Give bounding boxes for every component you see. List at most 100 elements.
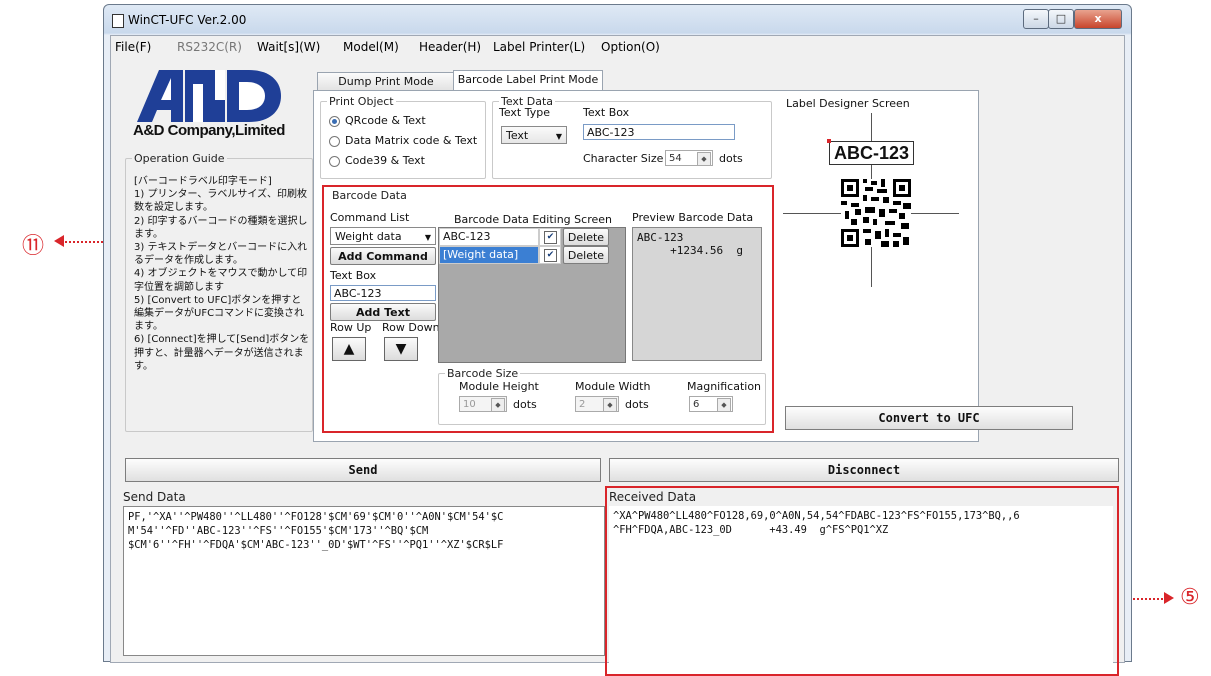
received-data-label: Received Data [609,490,697,504]
and-logo [137,70,281,122]
barcode-size-title: Barcode Size [445,367,521,380]
object-handle-icon [827,139,831,143]
callout-11-arrowhead [54,235,64,247]
minimize-button[interactable]: – [1023,9,1049,29]
received-data-highlight: Received Data ^XA^PW480^LL480^FO128,69,0… [605,486,1119,676]
preview-title: Preview Barcode Data [632,211,754,224]
operation-guide-title: Operation Guide [132,152,227,165]
tab-dump-print-mode[interactable]: Dump Print Mode [317,72,455,90]
callout-5: ⑤ [1180,585,1200,610]
character-size-spinner[interactable]: 54 ◆ [665,150,713,166]
radio-qrcode-label: QRcode & Text [345,114,426,127]
maximize-button[interactable]: □ [1048,9,1074,29]
disconnect-button[interactable]: Disconnect [609,458,1119,482]
menu-header[interactable]: Header(H) [419,40,481,54]
barcode-data-title: Barcode Data [330,189,409,202]
text-box-label-2: Text Box [330,269,377,282]
text-type-value: Text [506,129,529,142]
module-height-value: 10 [463,399,476,410]
radio-datamatrix-label: Data Matrix code & Text [345,134,478,147]
menu-label-printer[interactable]: Label Printer(L) [493,40,585,54]
print-object-title: Print Object [327,95,396,108]
command-list-select[interactable]: Weight data ▼ [330,227,436,245]
qr-code-object[interactable] [841,179,911,247]
title-bar[interactable]: WinCT-UFC Ver.2.00 – □ x [104,5,1131,35]
character-size-label: Character Size [583,152,664,165]
row-down-label: Row Down [382,321,440,334]
text-box-input[interactable]: ABC-123 [583,124,735,140]
menu-model[interactable]: Model(M) [343,40,399,54]
module-width-value: 2 [579,399,586,410]
spin-updown-icon[interactable]: ◆ [491,398,505,412]
text-type-select[interactable]: Text ▼ [501,126,567,144]
row-down-button[interactable]: ▼ [384,337,418,361]
add-command-button[interactable]: Add Command [330,247,436,265]
module-width-label: Module Width [575,380,651,393]
editing-screen-title: Barcode Data Editing Screen [454,213,612,226]
radio-datamatrix[interactable] [329,136,340,147]
app-window: WinCT-UFC Ver.2.00 – □ x File(F) RS232C(… [103,4,1132,676]
module-height-unit: dots [513,398,537,411]
convert-to-ufc-button[interactable]: Convert to UFC [785,406,1073,430]
grid-row-2-text[interactable]: [Weight data] [439,246,539,264]
barcode-size-group: Barcode Size Module Height 10 ◆ dots Mod… [438,367,766,425]
label-designer-title: Label Designer Screen [786,97,910,110]
character-size-value: 54 [669,153,682,164]
send-data-textarea[interactable]: PF,'^XA''^PW480''^LL480''^FO128'$CM'69'$… [123,506,605,656]
row-up-label: Row Up [330,321,372,334]
company-name: A&D Company,Limited [133,122,285,139]
grid-row-2-check-cell: ✔ [539,246,561,264]
grid-row-1-checkbox[interactable]: ✔ [544,231,557,244]
operation-guide: Operation Guide [バーコードラベル印字モード] 1) プリンター… [125,152,313,432]
text-type-label: Text Type [499,106,551,119]
chevron-down-icon: ▼ [555,132,562,141]
operation-guide-text: [バーコードラベル印字モード] 1) プリンター、ラベルサイズ、印刷枚数を設定し… [134,176,310,372]
callout-11: ⑪ [22,234,45,259]
grid-row-2-delete-button[interactable]: Delete [563,246,609,264]
client-area: File(F) RS232C(R) Wait[s](W) Model(M) He… [110,35,1125,676]
menu-wait[interactable]: Wait[s](W) [257,40,320,54]
text-data-group: Text Data Text Type Text ▼ Text Box ABC-… [492,95,772,179]
barcode-data-group: Barcode Data Command List Weight data ▼ … [322,185,774,433]
grid-row-2-checkbox[interactable]: ✔ [544,249,557,262]
row-up-button[interactable]: ▲ [332,337,366,361]
radio-code39[interactable] [329,156,340,167]
add-text-button[interactable]: Add Text [330,303,436,321]
received-data-textarea[interactable]: ^XA^PW480^LL480^FO128,69,0^A0N,54,54^FDA… [609,506,1113,670]
close-button[interactable]: x [1074,9,1122,29]
text-box-label: Text Box [583,106,630,119]
label-designer-canvas[interactable]: ABC-123 [783,113,959,287]
character-size-unit: dots [719,152,743,165]
command-list-label: Command List [330,211,410,224]
spin-updown-icon[interactable]: ◆ [697,152,711,166]
menu-file[interactable]: File(F) [115,40,151,54]
menu-option[interactable]: Option(O) [601,40,660,54]
grid-row-1-check-cell: ✔ [539,228,561,246]
spin-updown-icon[interactable]: ◆ [603,398,617,412]
preview-barcode-data: ABC-123 +1234.56 g [632,227,762,361]
spin-updown-icon[interactable]: ◆ [717,398,731,412]
module-width-unit: dots [625,398,649,411]
magnification-label: Magnification [687,380,762,393]
send-data-label: Send Data [123,490,186,504]
module-height-label: Module Height [459,380,539,393]
radio-qrcode[interactable] [329,116,340,127]
grid-row-1-text[interactable]: ABC-123 [439,228,539,246]
designer-text-object[interactable]: ABC-123 [829,141,915,165]
tab-barcode-label-print-mode[interactable]: Barcode Label Print Mode [453,70,603,90]
magnification-value: 6 [693,399,700,410]
send-button[interactable]: Send [125,458,601,482]
editing-screen-grid: ABC-123 ✔ Delete [Weight data] ✔ Delete [438,227,626,363]
window-title: WinCT-UFC Ver.2.00 [128,13,247,27]
barcode-text-box-input[interactable]: ABC-123 [330,285,436,301]
menu-rs232c[interactable]: RS232C(R) [177,40,242,54]
module-height-spinner[interactable]: 10 ◆ [459,396,507,412]
app-icon [112,14,124,28]
magnification-spinner[interactable]: 6 ◆ [689,396,733,412]
grid-row-1-delete-button[interactable]: Delete [563,228,609,246]
chevron-down-icon: ▼ [424,233,431,242]
callout-5-arrowhead [1164,592,1174,604]
module-width-spinner[interactable]: 2 ◆ [575,396,619,412]
print-object-group: Print Object QRcode & Text Data Matrix c… [320,95,486,179]
menu-bar: File(F) RS232C(R) Wait[s](W) Model(M) He… [111,36,1124,58]
